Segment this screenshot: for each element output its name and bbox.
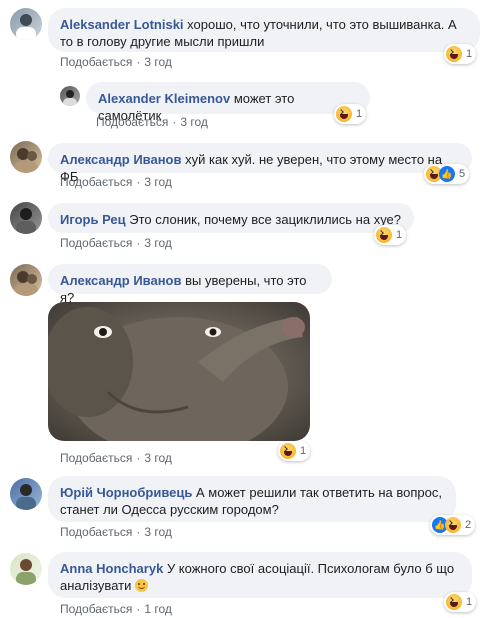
avatar[interactable] bbox=[10, 264, 42, 296]
person-avatar-icon bbox=[16, 208, 36, 234]
reaction-count: 1 bbox=[396, 229, 403, 241]
comment-text: У кожного свої асоціації. Психологам бул… bbox=[166, 561, 455, 576]
comment-meta: Подобається · 3 год bbox=[60, 236, 172, 250]
avatar[interactable] bbox=[10, 202, 42, 234]
reaction-summary[interactable]: 1 bbox=[444, 592, 477, 612]
comment-author[interactable]: Игорь Рец bbox=[60, 212, 126, 227]
reaction-summary[interactable]: 1 bbox=[278, 441, 311, 461]
haha-reaction-icon bbox=[280, 443, 296, 459]
comment-text: аналізувати bbox=[60, 578, 132, 593]
haha-reaction-icon bbox=[446, 46, 462, 62]
haha-reaction-icon bbox=[336, 106, 352, 122]
comment-meta: Подобається · 3 год bbox=[60, 175, 172, 189]
comment-meta: Подобається · 3 год bbox=[60, 55, 172, 69]
comment-bubble: Александр Иванов хуй как хуй. не уверен,… bbox=[48, 143, 472, 184]
comment-bubble: Alexander Kleimenov может это самолётик bbox=[86, 82, 370, 123]
comment-meta: Подобається · 3 год bbox=[60, 525, 172, 539]
haha-reaction-icon bbox=[446, 594, 462, 610]
avatar[interactable] bbox=[10, 141, 42, 173]
like-link[interactable]: Подобається bbox=[60, 602, 132, 616]
reaction-count: 2 bbox=[465, 519, 472, 531]
reaction-count: 1 bbox=[356, 108, 363, 120]
comment-time[interactable]: 3 год bbox=[144, 55, 172, 69]
comment-author[interactable]: Александр Иванов bbox=[60, 273, 182, 288]
reaction-summary[interactable]: 1 bbox=[374, 225, 407, 245]
comment-bubble: Aleksander Lotniski хорошо, что уточнили… bbox=[48, 8, 480, 52]
comment-text: станет ли Одесса русским городом? bbox=[60, 502, 279, 517]
avatar[interactable] bbox=[10, 8, 42, 40]
avatar[interactable] bbox=[60, 86, 80, 106]
reaction-count: 5 bbox=[459, 168, 466, 180]
comment-author[interactable]: Alexander Kleimenov bbox=[98, 91, 230, 106]
person-avatar-icon bbox=[14, 271, 38, 296]
reaction-count: 1 bbox=[466, 48, 473, 60]
reaction-summary[interactable]: 1 bbox=[334, 104, 367, 124]
person-avatar-icon bbox=[16, 559, 36, 585]
like-link[interactable]: Подобається bbox=[60, 525, 132, 539]
comment-text: А может решили так ответить на вопрос, bbox=[196, 485, 442, 500]
comment-photo-elephant[interactable] bbox=[48, 302, 310, 441]
comment-author[interactable]: Aleksander Lotniski bbox=[60, 17, 184, 32]
comment-time[interactable]: 3 год bbox=[144, 525, 172, 539]
reaction-summary[interactable]: 👍 5 bbox=[424, 164, 470, 184]
comment-meta: Подобається · 1 год bbox=[60, 602, 172, 616]
comment-bubble: Александр Иванов вы уверены, что это я? bbox=[48, 264, 332, 305]
comment-author[interactable]: Александр Иванов bbox=[60, 152, 182, 167]
smile-emoji-icon bbox=[134, 579, 148, 592]
comment-meta: Подобається · 3 год bbox=[60, 451, 172, 465]
reaction-count: 1 bbox=[466, 596, 473, 608]
comment-bubble: Юрій Чорнобривець А может решили так отв… bbox=[48, 476, 456, 522]
haha-reaction-icon bbox=[376, 227, 392, 243]
reaction-summary[interactable]: 1 bbox=[444, 44, 477, 64]
comment-time[interactable]: 3 год bbox=[144, 175, 172, 189]
person-avatar-icon bbox=[63, 90, 77, 106]
comment-bubble: Игорь Рец Это слоник, почему все зацикли… bbox=[48, 203, 414, 233]
person-avatar-icon bbox=[16, 14, 36, 40]
comment-time[interactable]: 3 год bbox=[144, 451, 172, 465]
comment-time[interactable]: 3 год bbox=[144, 236, 172, 250]
avatar[interactable] bbox=[10, 553, 42, 585]
reaction-count: 1 bbox=[300, 445, 307, 457]
comment-bubble: Anna Honcharyk У кожного свої асоціації.… bbox=[48, 552, 472, 598]
comment-text: то в голову другие мысли пришли bbox=[60, 34, 265, 49]
comment-author[interactable]: Anna Honcharyk bbox=[60, 561, 163, 576]
avatar[interactable] bbox=[10, 478, 42, 510]
elephant-image bbox=[48, 302, 310, 441]
like-link[interactable]: Подобається bbox=[60, 55, 132, 69]
like-reaction-icon: 👍 bbox=[439, 166, 455, 182]
comment-text: Это слоник, почему все зациклились на ху… bbox=[129, 212, 402, 227]
like-link[interactable]: Подобається bbox=[60, 451, 132, 465]
person-avatar-icon bbox=[14, 148, 38, 173]
like-link[interactable]: Подобається bbox=[60, 236, 132, 250]
like-link[interactable]: Подобається bbox=[60, 175, 132, 189]
haha-reaction-icon bbox=[445, 517, 461, 533]
comment-author[interactable]: Юрій Чорнобривець bbox=[60, 485, 192, 500]
like-link[interactable]: Подобається bbox=[96, 115, 168, 129]
comment-meta: Подобається · 3 год bbox=[96, 115, 208, 129]
comment-text: хорошо, что уточнили, что это вышиванка.… bbox=[187, 17, 457, 32]
comment-time[interactable]: 3 год bbox=[180, 115, 208, 129]
comment-time[interactable]: 1 год bbox=[144, 602, 172, 616]
reaction-summary[interactable]: 👍 2 bbox=[430, 515, 476, 535]
person-avatar-icon bbox=[16, 484, 36, 510]
